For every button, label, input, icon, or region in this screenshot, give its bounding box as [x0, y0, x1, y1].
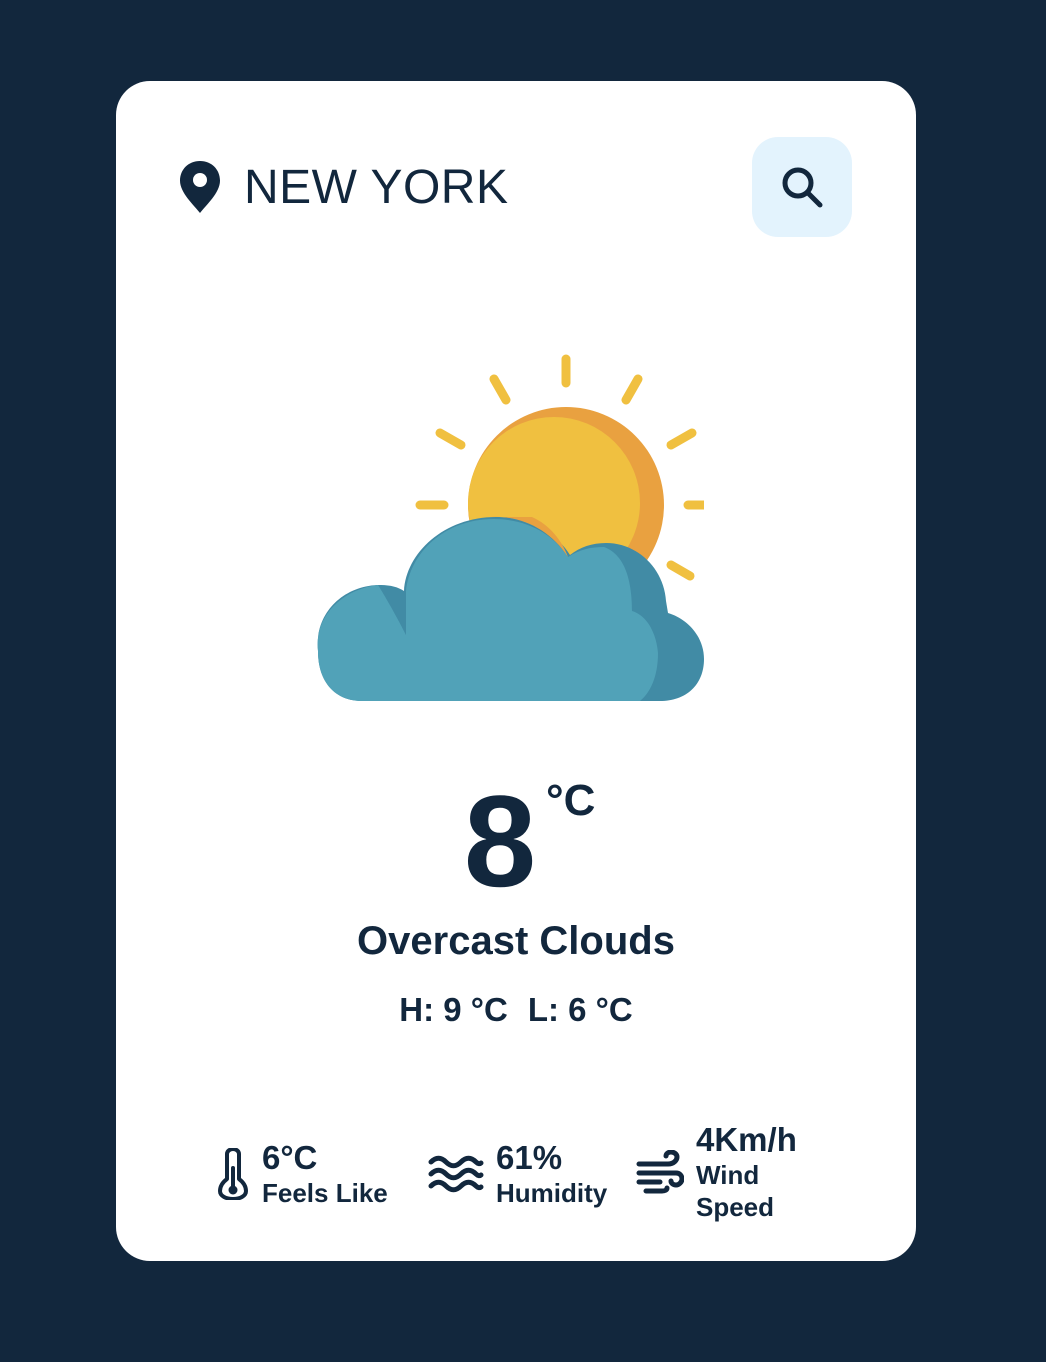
wind-icon [636, 1150, 684, 1194]
temperature-value: 8 [463, 768, 537, 914]
temperature-unit: °C [546, 776, 596, 825]
high-temperature: H: 9 °C [399, 991, 508, 1028]
wind-speed-value: 4Km/h [696, 1121, 797, 1158]
weather-description: Overcast Clouds [357, 919, 675, 963]
feels-like-stat: 6°C Feels Like [216, 1139, 388, 1209]
humidity-value: 61% [496, 1139, 563, 1176]
map-pin-icon [180, 161, 220, 213]
wind-speed-stat: 4Km/h Wind Speed [636, 1121, 797, 1223]
weather-card: NEW YORK 8 °C Overcast Clouds H: 9 °C L:… [116, 81, 916, 1261]
temperature-display: 8 °C [116, 776, 916, 906]
search-button[interactable] [752, 137, 852, 237]
wind-speed-label: Wind Speed [696, 1160, 775, 1222]
humidity-stat: 61% Humidity [428, 1139, 607, 1209]
search-icon [782, 167, 823, 208]
feels-like-label: Feels Like [262, 1178, 388, 1208]
city-name: NEW YORK [244, 160, 509, 214]
partly-cloudy-icon [317, 354, 704, 701]
humidity-label: Humidity [496, 1178, 608, 1208]
thermometer-icon [218, 1148, 248, 1200]
feels-like-value: 6°C [262, 1139, 318, 1176]
waves-icon [428, 1155, 484, 1193]
low-temperature: L: 6 °C [527, 991, 633, 1028]
location-header: NEW YORK [178, 159, 508, 215]
high-low-temperature: H: 9 °C L: 6 °C [116, 991, 916, 1029]
